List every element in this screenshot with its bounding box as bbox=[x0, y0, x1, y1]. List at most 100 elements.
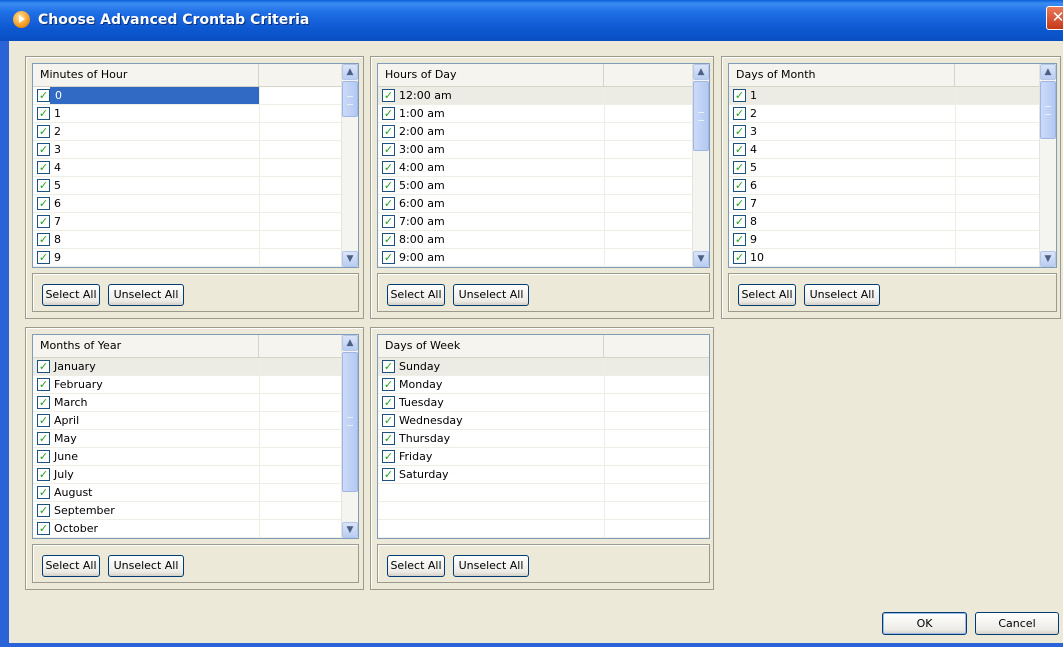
checkbox-checked-icon[interactable]: ✓ bbox=[733, 179, 746, 192]
checkbox-checked-icon[interactable]: ✓ bbox=[733, 251, 746, 264]
hours-list[interactable]: Hours of Day ✓ 12:00 am ✓ 1:00 am ✓ 2:00 am ✓ 3… bbox=[377, 63, 710, 268]
scroll-thumb[interactable] bbox=[1040, 81, 1056, 139]
checkbox-checked-icon[interactable]: ✓ bbox=[37, 504, 50, 517]
list-item[interactable]: ✓ 8:00 am bbox=[378, 231, 693, 249]
checkbox-checked-icon[interactable]: ✓ bbox=[733, 107, 746, 120]
list-item[interactable]: ✓ April bbox=[33, 412, 342, 430]
days-of-week-list[interactable]: Days of Week ✓ Sunday ✓ Monday ✓ Tuesday ✓ Wedn… bbox=[377, 334, 710, 539]
checkbox-checked-icon[interactable]: ✓ bbox=[37, 143, 50, 156]
title-bar[interactable]: Choose Advanced Crontab Criteria ✕ bbox=[0, 0, 1063, 41]
scroll-down-icon[interactable]: ▼ bbox=[342, 522, 358, 538]
checkbox-checked-icon[interactable]: ✓ bbox=[382, 179, 395, 192]
scroll-down-icon[interactable]: ▼ bbox=[1040, 251, 1056, 267]
checkbox-checked-icon[interactable]: ✓ bbox=[37, 414, 50, 427]
list-item[interactable]: ✓ Monday bbox=[378, 376, 709, 394]
list-item[interactable]: ✓ 5 bbox=[729, 159, 1040, 177]
list-item[interactable]: ✓ Saturday bbox=[378, 466, 709, 484]
checkbox-checked-icon[interactable]: ✓ bbox=[37, 378, 50, 391]
list-item[interactable]: ✓ Thursday bbox=[378, 430, 709, 448]
checkbox-checked-icon[interactable]: ✓ bbox=[37, 179, 50, 192]
checkbox-checked-icon[interactable]: ✓ bbox=[382, 360, 395, 373]
close-button[interactable]: ✕ bbox=[1046, 6, 1063, 30]
scroll-thumb[interactable] bbox=[342, 81, 358, 117]
checkbox-checked-icon[interactable]: ✓ bbox=[37, 486, 50, 499]
vertical-scrollbar[interactable]: ▲ ▼ bbox=[341, 335, 358, 538]
list-item[interactable]: ✓ 10 bbox=[729, 249, 1040, 267]
checkbox-checked-icon[interactable]: ✓ bbox=[382, 450, 395, 463]
list-item[interactable]: ✓ Tuesday bbox=[378, 394, 709, 412]
list-item[interactable]: ✓ Sunday bbox=[378, 358, 709, 376]
select-all-button[interactable]: Select All bbox=[42, 555, 100, 577]
select-all-button[interactable]: Select All bbox=[42, 284, 100, 306]
list-item[interactable]: ✓ 6:00 am bbox=[378, 195, 693, 213]
list-item[interactable]: ✓ 5:00 am bbox=[378, 177, 693, 195]
list-item[interactable]: ✓ 1 bbox=[33, 105, 342, 123]
list-item[interactable]: ✓ Wednesday bbox=[378, 412, 709, 430]
list-item[interactable]: ✓ August bbox=[33, 484, 342, 502]
list-item[interactable]: ✓ 1 bbox=[729, 87, 1040, 105]
scroll-thumb[interactable] bbox=[693, 81, 709, 151]
checkbox-checked-icon[interactable]: ✓ bbox=[37, 450, 50, 463]
checkbox-checked-icon[interactable]: ✓ bbox=[37, 125, 50, 138]
list-item[interactable]: ✓ October bbox=[33, 520, 342, 538]
list-item[interactable]: ✓ 4 bbox=[33, 159, 342, 177]
checkbox-checked-icon[interactable]: ✓ bbox=[382, 107, 395, 120]
checkbox-checked-icon[interactable]: ✓ bbox=[37, 360, 50, 373]
list-item[interactable]: ✓ 12:00 am bbox=[378, 87, 693, 105]
list-item[interactable]: ✓ 0 bbox=[33, 87, 342, 105]
checkbox-checked-icon[interactable]: ✓ bbox=[382, 197, 395, 210]
checkbox-checked-icon[interactable]: ✓ bbox=[37, 251, 50, 264]
list-item[interactable]: ✓November bbox=[33, 538, 342, 539]
cancel-button[interactable]: Cancel bbox=[975, 612, 1059, 635]
checkbox-checked-icon[interactable]: ✓ bbox=[382, 414, 395, 427]
list-item[interactable]: ✓ 2 bbox=[33, 123, 342, 141]
checkbox-checked-icon[interactable]: ✓ bbox=[37, 432, 50, 445]
scroll-down-icon[interactable]: ▼ bbox=[342, 251, 358, 267]
checkbox-checked-icon[interactable]: ✓ bbox=[382, 161, 395, 174]
checkbox-checked-icon[interactable]: ✓ bbox=[382, 143, 395, 156]
column-header[interactable]: Minutes of Hour bbox=[33, 64, 259, 86]
list-item[interactable]: ✓ 9:00 am bbox=[378, 249, 693, 267]
checkbox-checked-icon[interactable]: ✓ bbox=[37, 215, 50, 228]
checkbox-checked-icon[interactable]: ✓ bbox=[382, 125, 395, 138]
checkbox-checked-icon[interactable]: ✓ bbox=[733, 197, 746, 210]
list-item[interactable]: ✓ 9 bbox=[33, 249, 342, 267]
list-item[interactable]: ✓ 6 bbox=[729, 177, 1040, 195]
checkbox-checked-icon[interactable]: ✓ bbox=[37, 468, 50, 481]
list-item[interactable]: ✓11 bbox=[729, 267, 1040, 268]
unselect-all-button[interactable]: Unselect All bbox=[453, 284, 529, 306]
list-item[interactable]: ✓ January bbox=[33, 358, 342, 376]
checkbox-checked-icon[interactable]: ✓ bbox=[382, 396, 395, 409]
list-item[interactable]: ✓ 3:00 am bbox=[378, 141, 693, 159]
list-item[interactable]: ✓ 1:00 am bbox=[378, 105, 693, 123]
checkbox-checked-icon[interactable]: ✓ bbox=[733, 233, 746, 246]
column-header[interactable]: Days of Week bbox=[378, 335, 604, 357]
unselect-all-button[interactable]: Unselect All bbox=[804, 284, 880, 306]
list-item[interactable]: ✓ 7:00 am bbox=[378, 213, 693, 231]
ok-button[interactable]: OK bbox=[882, 612, 967, 635]
minutes-list[interactable]: Minutes of Hour ✓0✓1✓2✓3✓4✓5✓6✓7✓8✓9✓10 … bbox=[32, 63, 359, 268]
unselect-all-button[interactable]: Unselect All bbox=[108, 555, 184, 577]
checkbox-checked-icon[interactable]: ✓ bbox=[382, 215, 395, 228]
list-item[interactable]: ✓ 7 bbox=[33, 213, 342, 231]
checkbox-checked-icon[interactable]: ✓ bbox=[382, 468, 395, 481]
scroll-up-icon[interactable]: ▲ bbox=[693, 64, 709, 80]
list-item[interactable]: ✓ 3 bbox=[33, 141, 342, 159]
checkbox-checked-icon[interactable]: ✓ bbox=[382, 233, 395, 246]
list-item[interactable]: ✓ 2 bbox=[729, 105, 1040, 123]
select-all-button[interactable]: Select All bbox=[738, 284, 796, 306]
list-item[interactable]: ✓ 4:00 am bbox=[378, 159, 693, 177]
select-all-button[interactable]: Select All bbox=[387, 284, 445, 306]
list-item[interactable]: ✓10:00 am bbox=[378, 267, 693, 268]
checkbox-checked-icon[interactable]: ✓ bbox=[37, 107, 50, 120]
list-item[interactable]: ✓ 7 bbox=[729, 195, 1040, 213]
checkbox-checked-icon[interactable]: ✓ bbox=[733, 161, 746, 174]
select-all-button[interactable]: Select All bbox=[387, 555, 445, 577]
checkbox-checked-icon[interactable]: ✓ bbox=[37, 89, 50, 102]
list-item[interactable]: ✓ June bbox=[33, 448, 342, 466]
column-header[interactable]: Hours of Day bbox=[378, 64, 604, 86]
vertical-scrollbar[interactable]: ▲ ▼ bbox=[692, 64, 709, 267]
list-item[interactable]: ✓ 9 bbox=[729, 231, 1040, 249]
checkbox-checked-icon[interactable]: ✓ bbox=[37, 396, 50, 409]
list-item[interactable]: ✓ 6 bbox=[33, 195, 342, 213]
